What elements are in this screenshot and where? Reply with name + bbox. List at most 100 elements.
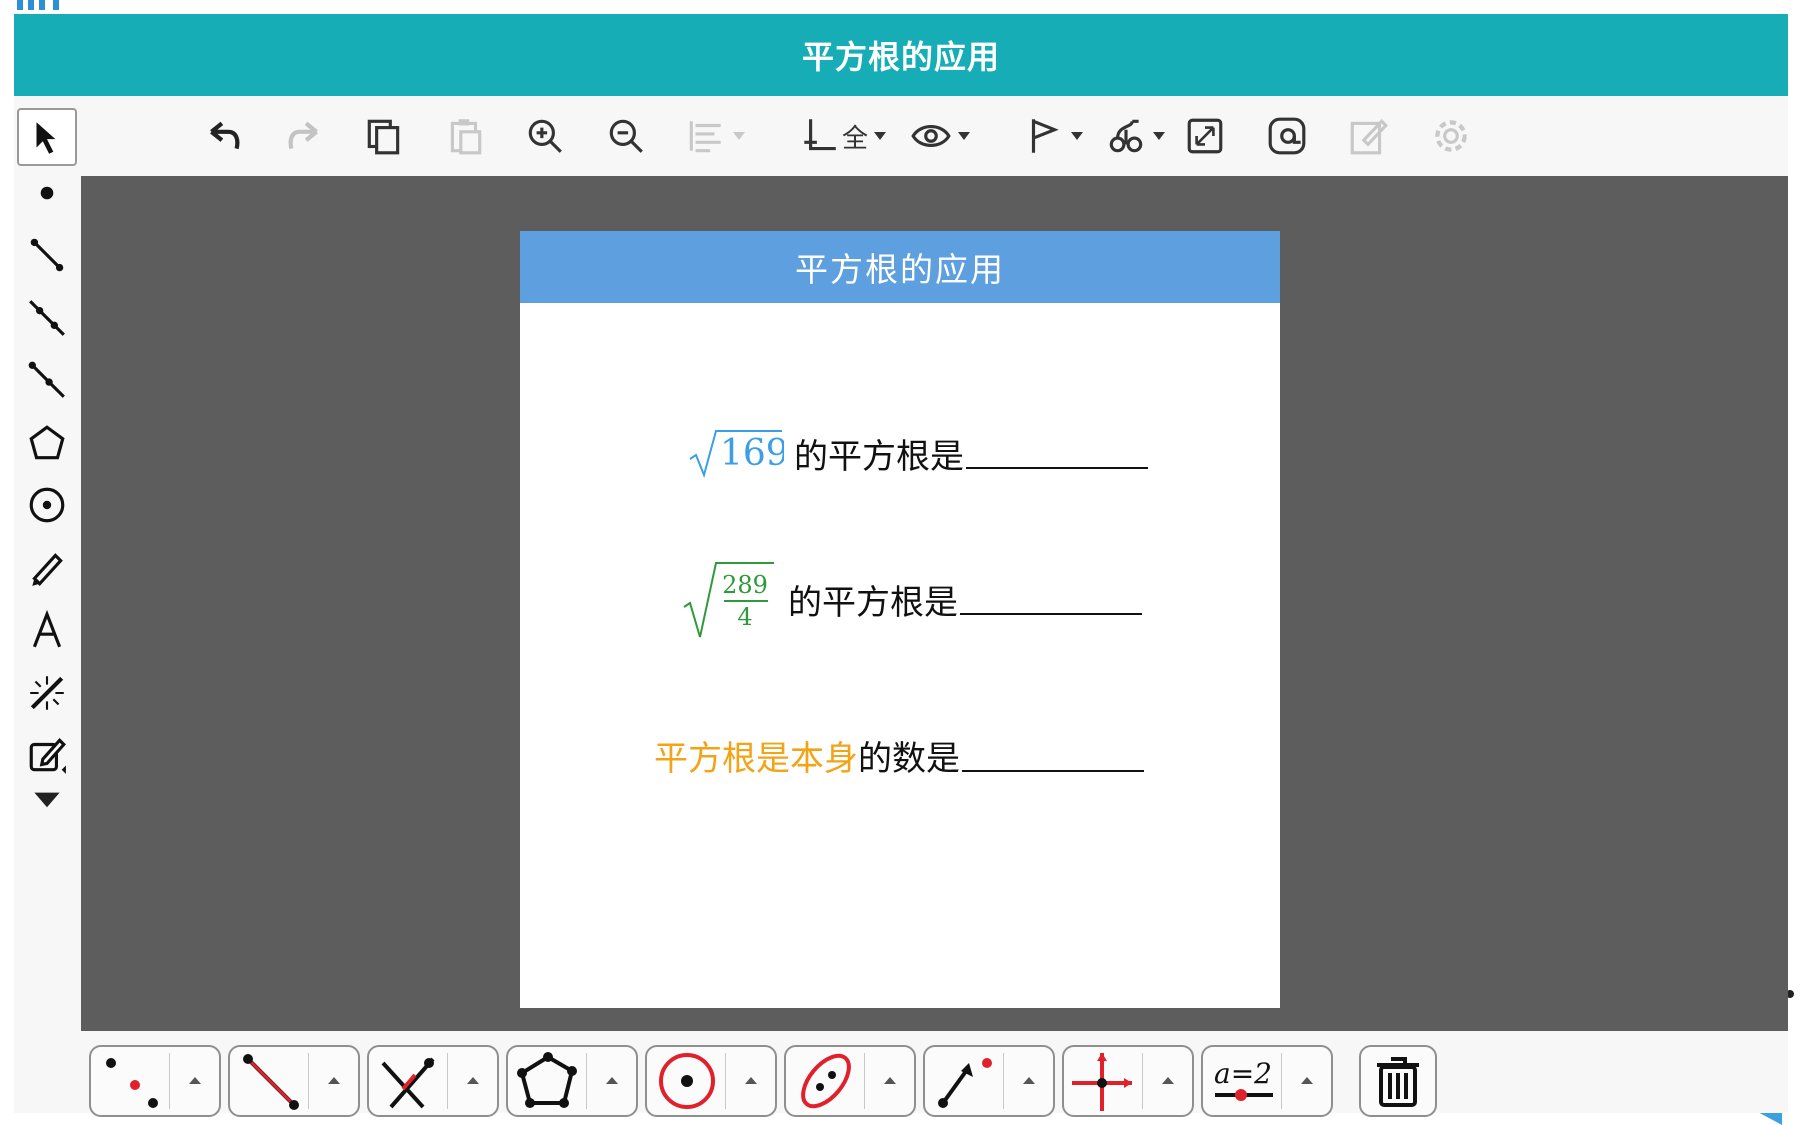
intersect-tool-icon (381, 1057, 435, 1109)
delete-button[interactable] (1359, 1045, 1437, 1117)
slider-tool-group[interactable]: a=2 (1201, 1045, 1333, 1117)
redo-icon (288, 121, 318, 150)
segment-tool-icon (243, 1054, 299, 1110)
pen-icon (32, 553, 63, 587)
polygon-expand-icon[interactable] (606, 1077, 618, 1084)
visibility-dropdown[interactable] (910, 114, 970, 158)
axes-icon (804, 119, 836, 151)
answer-blank-3[interactable] (962, 740, 1144, 772)
polygon-tool-button[interactable] (17, 414, 77, 472)
app-title: 平方根的应用 (801, 38, 1000, 76)
ray-tool-button[interactable] (17, 351, 77, 409)
sqrt-fraction-expression: 289 4 (683, 562, 774, 638)
circle-tool-icon (659, 1053, 715, 1109)
paste-icon (450, 119, 482, 155)
geometry-app: 平方根的应用 全 平方根的应用 169 的平方根是 289 4 的平方根是 平方… (14, 14, 1788, 1117)
question-panel: 平方根的应用 169 的平方根是 289 4 的平方根是 平方根是本身 的数是 (520, 231, 1280, 1008)
segment-tool-button[interactable] (17, 226, 77, 284)
question-2-text: 的平方根是 (788, 582, 958, 623)
conic-tool-group[interactable] (784, 1045, 916, 1117)
ray-icon (28, 361, 65, 398)
axes-tool-group[interactable] (1062, 1045, 1194, 1117)
zoom-in-icon (528, 119, 562, 153)
circle-tool-button[interactable] (17, 476, 77, 534)
drawing-canvas[interactable]: 平方根的应用 169 的平方根是 289 4 的平方根是 平方根是本身 的数是 (81, 176, 1788, 1031)
polygon-tool-group[interactable] (506, 1045, 638, 1117)
conic-expand-icon[interactable] (884, 1077, 896, 1084)
trash-icon (1377, 1057, 1419, 1107)
denominator-4: 4 (737, 603, 752, 631)
align-icon (689, 121, 721, 153)
align-dropdown[interactable] (685, 114, 745, 158)
settings-button[interactable] (1430, 114, 1472, 158)
vector-tool-group[interactable] (923, 1045, 1055, 1117)
slider-expand-icon[interactable] (1301, 1077, 1313, 1084)
question-3-text: 的数是 (858, 739, 960, 779)
undo-icon (210, 121, 240, 150)
more-tools-button[interactable] (17, 784, 77, 818)
line-icon (29, 300, 65, 336)
transform-tool-button[interactable] (17, 664, 77, 722)
vector-expand-icon[interactable] (1023, 1077, 1035, 1084)
transform-icon (30, 676, 64, 710)
fullscreen-button[interactable] (1184, 114, 1226, 158)
segment-icon (30, 238, 64, 272)
edit-tool-button[interactable] (17, 726, 77, 784)
settings-icon (1435, 120, 1467, 152)
note-icon (1350, 119, 1389, 155)
axes-tool-icon (1072, 1053, 1132, 1111)
circle-icon (29, 487, 65, 523)
polygon-tool-icon (517, 1052, 577, 1108)
points-tool-group[interactable] (89, 1045, 221, 1117)
move-arrow-icon (36, 122, 56, 154)
answer-blank-2[interactable] (960, 583, 1142, 615)
text-icon (32, 609, 62, 648)
axes-label: 全 (842, 123, 869, 154)
note-button[interactable] (1347, 114, 1389, 158)
axes-dropdown[interactable]: 全 (798, 114, 887, 158)
sqrt-169-expression: 169 (689, 430, 784, 479)
move-tool-button[interactable] (17, 108, 77, 166)
axes-expand-icon[interactable] (1162, 1077, 1174, 1084)
points-expand-icon[interactable] (189, 1077, 201, 1084)
flag-dropdown[interactable] (1023, 114, 1083, 158)
vector-tool-icon (938, 1058, 992, 1108)
top-toolbar: 全 (81, 96, 1788, 176)
conic-tool-icon (801, 1053, 851, 1109)
zoom-out-button[interactable] (605, 114, 647, 158)
at-icon (1268, 117, 1306, 155)
bottom-toolbar: a=2 (81, 1031, 1788, 1117)
trace-dropdown[interactable] (1105, 114, 1165, 158)
points-tool-icon (106, 1058, 158, 1108)
slider-label: a=2 (1214, 1057, 1272, 1090)
paste-button[interactable] (444, 114, 486, 158)
question-3: 平方根是本身 的数是 (654, 731, 1144, 780)
panel-header: 平方根的应用 (520, 231, 1280, 303)
text-tool-button[interactable] (17, 601, 77, 659)
segment-tool-group[interactable] (228, 1045, 360, 1117)
zoom-in-button[interactable] (524, 114, 566, 158)
point-tool-button[interactable] (17, 164, 77, 222)
at-button[interactable] (1266, 114, 1308, 158)
question-3-highlight: 平方根是本身 (654, 739, 858, 779)
circle-expand-icon[interactable] (745, 1077, 757, 1084)
answer-blank-1[interactable] (966, 437, 1148, 469)
copy-icon (367, 119, 400, 155)
line-tool-button[interactable] (17, 289, 77, 347)
fullscreen-icon (1187, 118, 1223, 154)
segment-expand-icon[interactable] (328, 1077, 340, 1084)
redo-button[interactable] (283, 114, 325, 158)
pen-tool-button[interactable] (17, 539, 77, 597)
intersect-tool-group[interactable] (367, 1045, 499, 1117)
circle-tool-group[interactable] (645, 1045, 777, 1117)
polygon-icon (29, 425, 65, 460)
zoom-out-icon (609, 119, 643, 153)
intersect-expand-icon[interactable] (467, 1077, 479, 1084)
copy-button[interactable] (363, 114, 405, 158)
edit-icon (29, 738, 66, 774)
undo-button[interactable] (203, 114, 245, 158)
radicand-169: 169 (720, 433, 784, 474)
app-title-bar: 平方根的应用 (14, 14, 1788, 96)
slider-tool-icon: a=2 (1214, 1057, 1273, 1101)
question-2: 289 4 的平方根是 (682, 557, 1142, 641)
